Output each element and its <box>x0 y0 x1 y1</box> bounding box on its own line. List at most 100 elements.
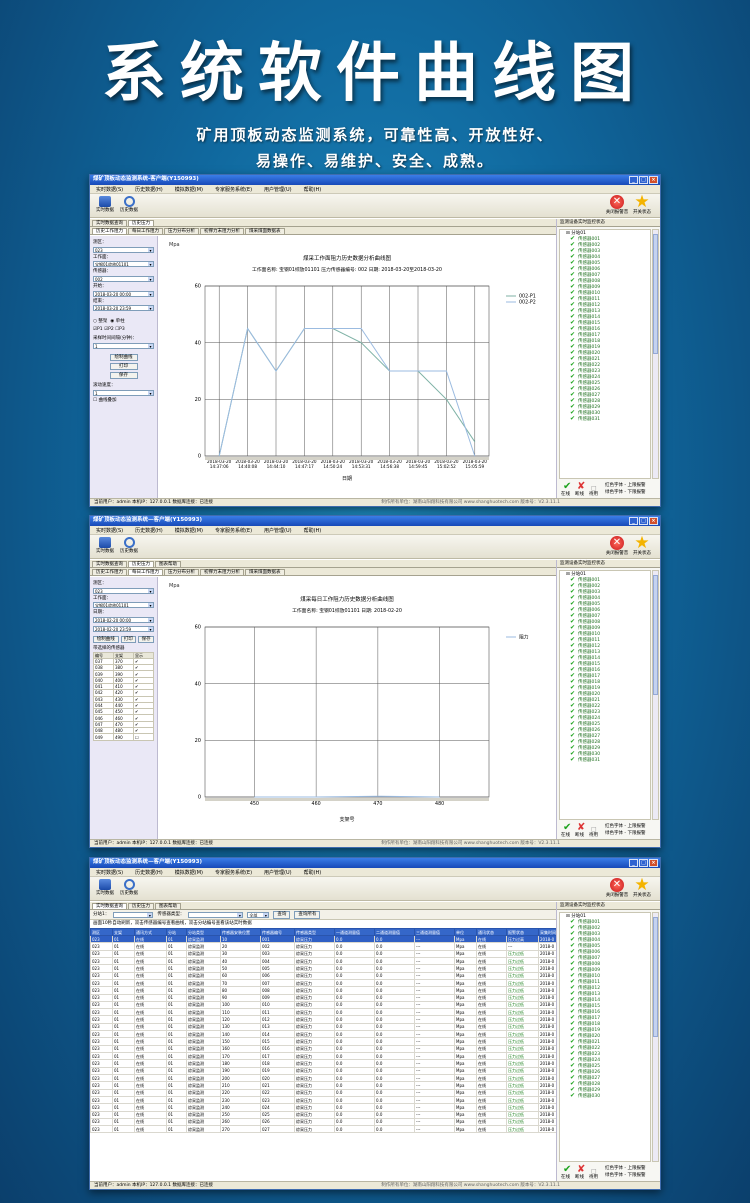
start-datetime-input[interactable]: 2018-03-20 00:00 ▾ <box>93 290 154 297</box>
menu-simulate[interactable]: 模拟数据(M) <box>175 528 203 534</box>
menu-help[interactable]: 帮助(H) <box>304 870 322 876</box>
face-select[interactable]: 宝钢01综放01101 ▾ <box>93 602 154 609</box>
save-button[interactable]: 保存 <box>138 635 154 643</box>
tree-sensor-node[interactable]: ✔ 传感器030 <box>564 1093 650 1100</box>
tab-pressure-distribution[interactable]: 压力分布分析 <box>164 228 199 234</box>
mine-select[interactable]: 023 ▾ <box>93 246 154 253</box>
realtime-data-button[interactable]: 实时数据 <box>94 196 116 214</box>
close-alarm-button[interactable]: ✕ 关闭报警音 <box>604 878 630 899</box>
menu-expert[interactable]: 专家服务系统(E) <box>215 528 252 534</box>
menu-realtime[interactable]: 实时数据(S) <box>96 528 123 534</box>
maximize-button[interactable]: □ <box>639 517 648 525</box>
tree-sensor-node[interactable]: ✔ 传感器031 <box>564 416 650 423</box>
sensor-select-row[interactable]: 049 490 ☐ <box>93 733 154 741</box>
realtime-data-button[interactable]: 实时数据 <box>94 537 116 555</box>
column-header[interactable]: 传感器类型 <box>294 928 335 936</box>
tree-sensor-node[interactable]: ✔ 传感器031 <box>564 757 650 764</box>
switch-status-button[interactable]: ★ 开关状态 <box>630 194 654 216</box>
column-header[interactable]: 二通道测量值 <box>374 928 415 936</box>
minimize-button[interactable]: _ <box>629 176 638 184</box>
menu-history[interactable]: 历史数据(H) <box>135 870 163 876</box>
column-header[interactable]: 支架 <box>112 928 135 936</box>
tab-initial-final-resistance[interactable]: 初撑力末阻力分析 <box>200 228 244 234</box>
table-row[interactable]: 023 01 在线 01 综采监测 140 014 综采压力 0.0 0.0 --- Mpa 在线 压力过… <box>90 1030 558 1039</box>
table-row[interactable]: 023 01 在线 01 综采监测 220 022 综采压力 0.0 0.0 --- Mpa 在线 压力过… <box>90 1088 558 1097</box>
table-row[interactable]: 023 01 在线 01 综采监测 40 004 综采压力 0.0 0.0 --- Mpa 在线 压力过低… <box>90 956 558 966</box>
tab-daily-resistance[interactable]: 每日工作阻力 <box>128 228 163 234</box>
end-datetime-input[interactable]: 2018-03-20 23:59 ▾ <box>93 305 154 312</box>
table-row[interactable]: 023 01 在线 01 综采监测 210 021 综采压力 0.0 0.0 --- Mpa 在线 压力过… <box>90 1081 558 1090</box>
menu-help[interactable]: 帮助(H) <box>304 528 322 534</box>
table-row[interactable]: 023 01 在线 01 综采监测 200 020 综采压力 0.0 0.0 --- Mpa 在线 压力过… <box>90 1073 558 1083</box>
tab-daily-resistance[interactable]: 每日工作阻力 <box>128 569 163 575</box>
table-row[interactable]: 023 01 在线 01 综采监测 120 012 综采压力 0.0 0.0 --- Mpa 在线 压力过… <box>90 1015 558 1024</box>
show-checkbox[interactable]: ☐ <box>133 733 154 741</box>
table-row[interactable]: 023 01 在线 01 综采监测 240 024 综采压力 0.0 0.0 --- Mpa 在线 压力过… <box>90 1103 558 1112</box>
column-header[interactable]: 报警状态 <box>506 928 539 936</box>
scroll-thumb[interactable] <box>653 234 658 354</box>
table-row[interactable]: 023 01 在线 01 综采监测 10 001 综采压力 0.0 0.0 --- Mpa 在线 压力过高… <box>90 934 558 944</box>
menu-history[interactable]: 历史数据(H) <box>135 528 163 534</box>
tab-history-pressure[interactable]: 历史压力 <box>128 220 154 226</box>
tab-initial-final-resistance[interactable]: 初撑力末阻力分析 <box>200 569 244 575</box>
table-row[interactable]: 023 01 在线 01 综采监测 110 011 综采压力 0.0 0.0 --- Mpa 在线 压力过… <box>90 1008 558 1017</box>
draw-curve-button[interactable]: 绘制曲线 <box>109 354 138 361</box>
menu-user[interactable]: 用户管理(U) <box>264 870 292 876</box>
menu-history[interactable]: 历史数据(H) <box>135 187 163 193</box>
close-alarm-button[interactable]: ✕ 关闭报警音 <box>604 195 630 216</box>
tree-scrollbar[interactable] <box>652 912 659 1162</box>
menu-expert[interactable]: 专家服务系统(E) <box>215 187 252 193</box>
table-row[interactable]: 023 01 在线 01 综采监测 230 023 综采压力 0.0 0.0 --- Mpa 在线 压力过… <box>90 1095 558 1105</box>
menu-realtime[interactable]: 实时数据(S) <box>96 187 123 193</box>
menu-realtime[interactable]: 实时数据(S) <box>96 870 123 876</box>
draw-curve-button[interactable]: 绘制曲线 <box>93 635 119 643</box>
query-button[interactable]: 查询 <box>273 910 291 919</box>
scroll-speed-select[interactable]: 1 ▾ <box>93 389 154 396</box>
menu-simulate[interactable]: 模拟数据(M) <box>175 870 203 876</box>
scroll-thumb[interactable] <box>653 917 658 1037</box>
menu-expert[interactable]: 专家服务系统(E) <box>215 870 252 876</box>
history-data-button[interactable]: 历史数据 <box>118 879 140 897</box>
tab-face-data-table[interactable]: 煤采煤面数据表 <box>245 569 285 575</box>
mine-select[interactable]: 023 ▾ <box>93 587 154 594</box>
scroll-thumb[interactable] <box>653 575 658 695</box>
table-row[interactable]: 023 01 在线 01 综采监测 260 026 综采压力 0.0 0.0 --- Mpa 在线 压力过… <box>90 1117 558 1127</box>
switch-status-button[interactable]: ★ 开关状态 <box>630 877 654 899</box>
table-row[interactable]: 023 01 在线 01 综采监测 270 027 综采压力 0.0 0.0 --- Mpa 在线 压力过… <box>90 1125 558 1134</box>
column-header[interactable]: 三通道测量值 <box>414 928 455 936</box>
history-data-button[interactable]: 历史数据 <box>118 537 140 555</box>
table-row[interactable]: 023 01 在线 01 综采监测 180 018 综采压力 0.0 0.0 --- Mpa 在线 压力过… <box>90 1059 558 1068</box>
mode-single-radio[interactable]: ◉ <box>110 319 114 324</box>
table-row[interactable]: 023 01 在线 01 综采监测 250 025 综采压力 0.0 0.0 --- Mpa 在线 压力过… <box>90 1110 558 1119</box>
menu-user[interactable]: 用户管理(U) <box>264 528 292 534</box>
table-row[interactable]: 023 01 在线 01 综采监测 190 019 综采压力 0.0 0.0 --- Mpa 在线 压力过… <box>90 1066 558 1075</box>
table-row[interactable]: 023 01 在线 01 综采监测 90 009 综采压力 0.0 0.0 --- Mpa 在线 压力过低… <box>90 993 558 1002</box>
tab-realtime-query[interactable]: 实时数据查询 <box>92 903 127 909</box>
menu-simulate[interactable]: 模拟数据(M) <box>175 187 203 193</box>
print-button[interactable]: 打印 <box>120 635 137 643</box>
maximize-button[interactable]: □ <box>639 176 648 184</box>
table-row[interactable]: 023 01 在线 01 综采监测 150 015 综采压力 0.0 0.0 --- Mpa 在线 压力过… <box>90 1037 558 1046</box>
column-header[interactable]: 传感器编号 <box>260 928 295 936</box>
tab-history-resistance[interactable]: 历史工作阻力 <box>92 228 127 234</box>
column-header[interactable]: 通讯方式 <box>134 928 167 936</box>
state-select[interactable]: 全部 ▾ <box>247 911 270 918</box>
end-datetime-input[interactable]: 2018-02-20 23:59 ▾ <box>93 625 154 632</box>
query-all-button[interactable]: 查询所有 <box>294 910 321 919</box>
column-header[interactable]: 分站 <box>166 928 187 936</box>
save-button[interactable]: 保存 <box>109 372 138 379</box>
station-select[interactable]: ▾ <box>113 911 154 918</box>
table-row[interactable]: 023 01 在线 01 综采监测 50 005 综采压力 0.0 0.0 --- Mpa 在线 压力过低… <box>90 964 558 973</box>
maximize-button[interactable]: □ <box>639 859 648 867</box>
tree-scrollbar[interactable] <box>652 570 659 820</box>
column-header[interactable]: 一通道测量值 <box>334 928 375 936</box>
table-row[interactable]: 023 01 在线 01 综采监测 80 008 综采压力 0.0 0.0 --- Mpa 在线 压力过低… <box>90 986 558 995</box>
column-header[interactable]: 分站类型 <box>186 928 221 936</box>
close-button[interactable]: × <box>649 859 658 867</box>
tab-chart-help[interactable]: 图表帮助 <box>155 561 181 567</box>
table-row[interactable]: 023 01 在线 01 综采监测 100 010 综采压力 0.0 0.0 --- Mpa 在线 压力过… <box>90 1000 558 1010</box>
face-select[interactable]: 宝钢01综放01101 ▾ <box>93 261 154 268</box>
close-alarm-button[interactable]: ✕ 关闭报警音 <box>604 536 630 557</box>
mode-whole-radio[interactable]: ○ <box>93 319 97 324</box>
menu-help[interactable]: 帮助(H) <box>304 187 322 193</box>
